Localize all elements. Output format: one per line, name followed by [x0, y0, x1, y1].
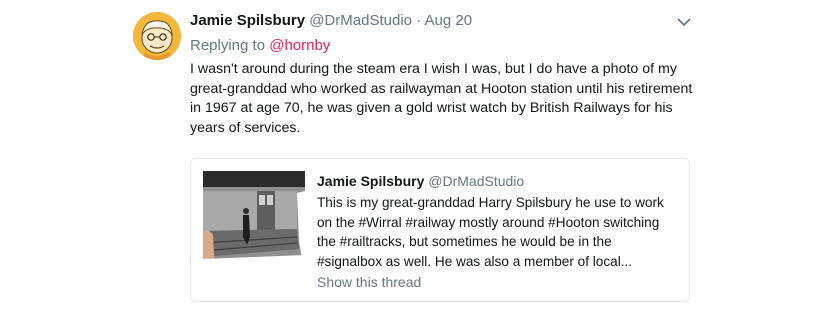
chevron-down-icon — [677, 18, 691, 26]
quoted-tweet-card[interactable]: Jamie Spilsbury @DrMadStudio This is my … — [190, 158, 690, 302]
author-avatar[interactable] — [133, 12, 181, 60]
replying-mention-link[interactable]: @hornby — [269, 37, 330, 54]
tweet[interactable]: Jamie Spilsbury @DrMadStudio · Aug 20 Re… — [0, 0, 827, 315]
quoted-tweet-header: Jamie Spilsbury @DrMadStudio — [317, 171, 524, 191]
quoted-tweet-text: This is my great-granddad Harry Spilsbur… — [317, 193, 681, 272]
quoted-text-line: the #railtracks, but sometimes he would … — [317, 234, 612, 250]
tweet-text-line: years of services. — [190, 120, 301, 137]
header-separator: · — [416, 12, 422, 29]
quoted-author-name[interactable]: Jamie Spilsbury — [317, 173, 424, 189]
author-name[interactable]: Jamie Spilsbury — [190, 12, 305, 29]
quoted-text-line: #signalbox as well. He was also a member… — [317, 254, 633, 270]
author-handle[interactable]: @DrMadStudio — [309, 12, 412, 29]
tweet-text-line: great-granddad who worked as railwayman … — [190, 80, 693, 97]
replying-to: Replying to @hornby — [190, 36, 330, 56]
quoted-text-line: on the #Wirral #railway mostly around #H… — [317, 214, 660, 230]
avatar-illustration-icon — [133, 12, 181, 60]
tweet-text-line: I wasn't around during the steam era I w… — [190, 61, 677, 77]
quoted-author-handle[interactable]: @DrMadStudio — [428, 173, 524, 189]
tweet-text-line: in 1967 at age 70, he was given a gold w… — [190, 100, 673, 117]
quoted-text-line: This is my great-granddad Harry Spilsbur… — [317, 195, 664, 210]
photo-thumbnail-icon — [203, 171, 305, 273]
tweet-text: I wasn't around during the steam era I w… — [190, 60, 693, 139]
replying-prefix: Replying to — [190, 37, 266, 54]
show-thread-link[interactable]: Show this thread — [317, 272, 421, 292]
quoted-tweet-thumbnail[interactable] — [203, 171, 305, 273]
tweet-timestamp[interactable]: Aug 20 — [425, 12, 473, 29]
tweet-header: Jamie Spilsbury @DrMadStudio · Aug 20 — [190, 11, 472, 31]
tweet-menu-button[interactable] — [674, 12, 694, 32]
